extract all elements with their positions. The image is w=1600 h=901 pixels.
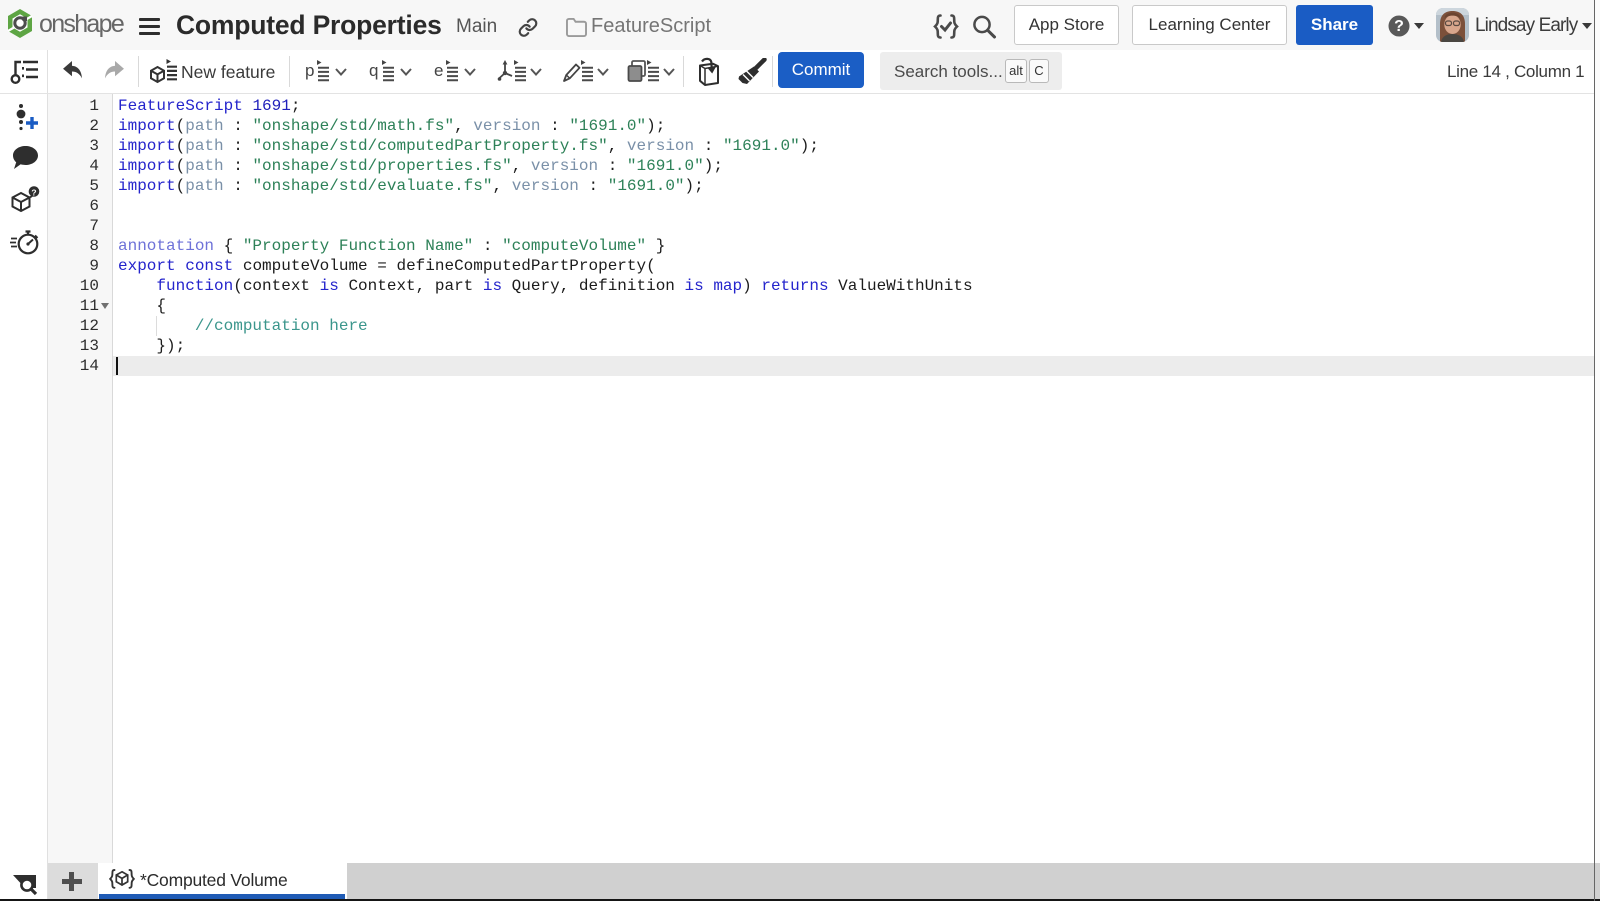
- svg-text:?: ?: [1394, 18, 1404, 35]
- svg-text:?: ?: [31, 187, 36, 197]
